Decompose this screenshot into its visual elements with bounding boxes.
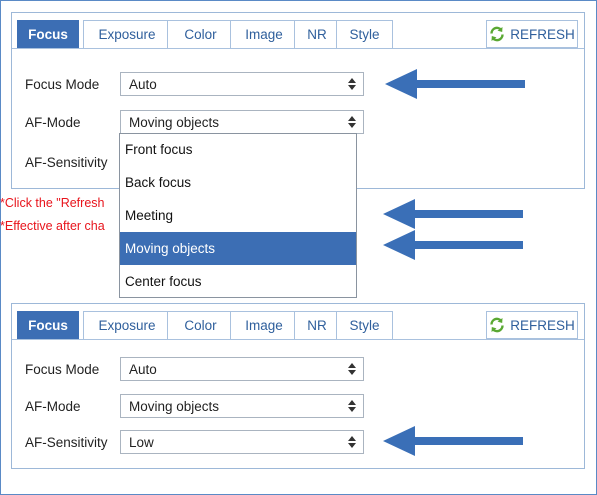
af-mode-select[interactable]: Moving objects	[120, 394, 364, 418]
refresh-button[interactable]: REFRESH	[486, 20, 578, 48]
refresh-button[interactable]: REFRESH	[486, 311, 578, 339]
af-sensitivity-label: AF-Sensitivity	[25, 155, 108, 170]
af-mode-dropdown: Front focus Back focus Meeting Moving ob…	[119, 133, 357, 298]
dropdown-option-front-focus[interactable]: Front focus	[120, 134, 356, 165]
tab-focus[interactable]: Focus	[17, 20, 79, 48]
refresh-label: REFRESH	[510, 26, 575, 42]
tab-bar: Focus Exposure Color Image NR Style REFR…	[12, 304, 584, 340]
tab-exposure[interactable]: Exposure	[83, 20, 171, 48]
dropdown-option-moving-objects[interactable]: Moving objects	[120, 232, 356, 265]
tab-style[interactable]: Style	[336, 311, 393, 339]
arrow-left-icon	[383, 426, 523, 456]
refresh-icon	[490, 26, 504, 42]
select-caret-icon	[348, 78, 356, 90]
dropdown-option-meeting[interactable]: Meeting	[120, 200, 356, 231]
af-mode-select[interactable]: Moving objects	[120, 110, 364, 134]
focus-mode-value: Auto	[129, 76, 157, 92]
refresh-note: *Click the "Refresh	[0, 196, 105, 210]
tab-underline	[12, 48, 584, 49]
af-mode-value: Moving objects	[129, 398, 220, 414]
select-caret-icon	[348, 436, 356, 448]
effective-note: *Effective after cha	[0, 219, 105, 233]
dropdown-option-back-focus[interactable]: Back focus	[120, 167, 356, 198]
tab-image[interactable]: Image	[230, 311, 298, 339]
dropdown-option-center-focus[interactable]: Center focus	[120, 266, 356, 297]
select-caret-icon	[348, 363, 356, 375]
refresh-label: REFRESH	[510, 317, 575, 333]
arrow-left-icon	[383, 230, 523, 260]
af-mode-value: Moving objects	[129, 114, 220, 130]
focus-mode-label: Focus Mode	[25, 77, 100, 92]
tab-nr[interactable]: NR	[294, 20, 340, 48]
select-caret-icon	[348, 116, 356, 128]
tab-focus[interactable]: Focus	[17, 311, 79, 339]
tab-image[interactable]: Image	[230, 20, 298, 48]
select-caret-icon	[348, 400, 356, 412]
focus-mode-value: Auto	[129, 361, 157, 377]
tab-exposure[interactable]: Exposure	[83, 311, 171, 339]
arrow-left-icon	[385, 69, 525, 99]
af-sensitivity-label: AF-Sensitivity	[25, 435, 108, 450]
af-mode-label: AF-Mode	[25, 399, 81, 414]
focus-mode-select[interactable]: Auto	[120, 72, 364, 96]
tab-style[interactable]: Style	[336, 20, 393, 48]
af-sensitivity-select[interactable]: Low	[120, 430, 364, 454]
af-sensitivity-value: Low	[129, 434, 154, 450]
focus-mode-select[interactable]: Auto	[120, 357, 364, 381]
arrow-left-icon	[383, 199, 523, 229]
af-mode-label: AF-Mode	[25, 115, 81, 130]
tab-bar: Focus Exposure Color Image NR Style REFR…	[12, 13, 584, 49]
tab-color[interactable]: Color	[167, 311, 234, 339]
tab-underline	[12, 339, 584, 340]
tab-nr[interactable]: NR	[294, 311, 340, 339]
refresh-icon	[490, 317, 504, 333]
focus-mode-label: Focus Mode	[25, 362, 100, 377]
tab-color[interactable]: Color	[167, 20, 234, 48]
